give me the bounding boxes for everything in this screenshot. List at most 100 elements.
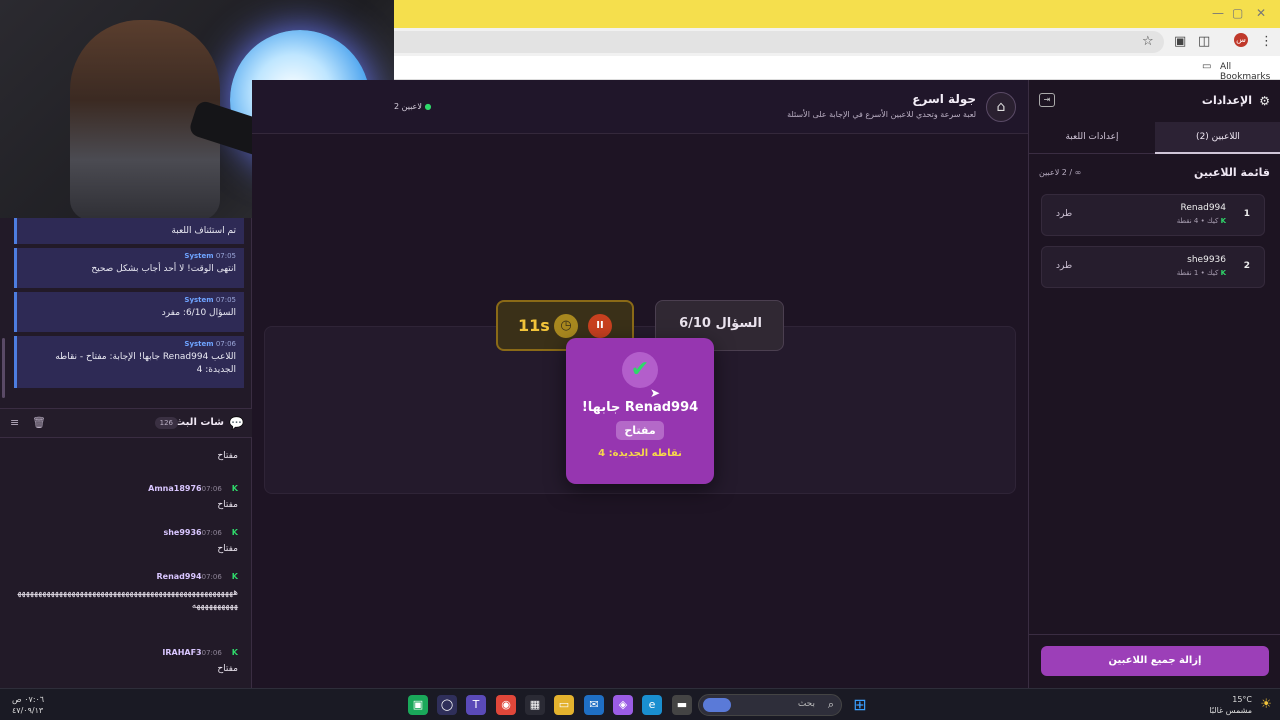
chat-count-badge: 126 [154, 417, 178, 429]
player-name: Renad994 [1180, 203, 1227, 213]
message-time: 07:06 [201, 649, 222, 657]
chat-message: K Amna1897607:06 مفتاح [14, 476, 238, 512]
message-time: 07:06 [201, 529, 222, 537]
player-meta: K كيك • 1 نقطة [1176, 269, 1226, 277]
teams-icon[interactable]: T [466, 695, 486, 715]
weather-temp: 15°C [1232, 695, 1252, 704]
chat-bubble-icon: 💬 [229, 416, 244, 430]
kick-icon: K [231, 484, 238, 493]
clock-icon: ◷ [554, 314, 578, 338]
system-sender: System [184, 296, 214, 304]
question-label: السؤال 6/10 [679, 316, 762, 331]
chat-header: 💬 شات البث 126 🗑 ≡ [0, 408, 252, 438]
remove-all-players-button[interactable]: إزالة جميع اللاعبين [1041, 646, 1269, 676]
app-icon-2[interactable]: ◯ [437, 695, 457, 715]
chat-username[interactable]: she9936 [163, 528, 201, 537]
profile-avatar[interactable]: س [1234, 33, 1248, 47]
all-bookmarks-link[interactable]: All Bookmarks [1220, 62, 1280, 82]
maximize-icon[interactable]: ▢ [1232, 6, 1243, 20]
tab-game-settings[interactable]: إعدادات اللعبة [1029, 122, 1155, 154]
trash-icon[interactable]: 🗑 [32, 416, 46, 429]
player-points: 1 نقطة [1176, 269, 1199, 277]
settings-panel: ⚙ الإعدادات ⇥ اللاعبين (2) إعدادات اللعب… [1028, 80, 1280, 688]
settings-title: الإعدادات [1201, 94, 1252, 107]
chrome-icon[interactable]: ◉ [496, 695, 516, 715]
edge-icon[interactable]: e [642, 695, 662, 715]
chat-message-text: مفتاح [217, 664, 238, 674]
tab-players[interactable]: اللاعبين (2) [1155, 122, 1280, 154]
system-message: تم استئناف اللعبة [14, 218, 244, 244]
player-points: 4 نقطة [1176, 217, 1199, 225]
collapse-panel-icon[interactable]: ⇥ [1039, 93, 1055, 107]
app-icon-3[interactable]: ▬ [672, 695, 692, 715]
checkmark-icon: ✔ [622, 352, 658, 388]
browser-title-bar: — ▢ ✕ [394, 0, 1280, 28]
clock-date: ٤٧/٠٩/١٣ [12, 706, 44, 715]
puzzle-icon[interactable]: ◫ [1198, 34, 1210, 49]
kick-icon: K [231, 528, 238, 537]
more-menu-icon[interactable]: ⋮ [1260, 34, 1273, 49]
left-chat-panel: تم استئناف اللعبة System 07:05 انتهى الو… [0, 218, 252, 688]
address-bar: ☆ ▣ ◫ س ⋮ [394, 28, 1280, 56]
copilot-icon[interactable]: ◈ [613, 695, 633, 715]
align-icon[interactable]: ≡ [10, 416, 19, 429]
kick-icon: K [1220, 269, 1226, 277]
system-message-text: اللاعب Renad994 جابها! الإجابة: مفتاح - … [55, 352, 236, 375]
chat-title: شات البث [175, 417, 224, 428]
minimize-icon[interactable]: — [1212, 6, 1224, 20]
game-title: جولة اسرع [912, 92, 976, 106]
player-card: 1 Renad994 K كيك • 4 نقطة طرد [1041, 194, 1265, 236]
outlook-icon[interactable]: ✉ [584, 695, 604, 715]
explorer-icon[interactable]: ▭ [554, 695, 574, 715]
popup-points: نقاطه الجديدة: 4 [598, 448, 682, 459]
player-rank: 2 [1243, 261, 1250, 271]
game-main-area: ⌂ جولة اسرع لعبة سرعة وتحدي للاعبين الأس… [252, 80, 1028, 688]
player-name: she9936 [1187, 255, 1226, 265]
gear-icon: ⚙ [1259, 94, 1270, 108]
settings-tabs: اللاعبين (2) إعدادات اللعبة [1029, 122, 1280, 154]
home-icon[interactable]: ⌂ [986, 92, 1016, 122]
search-icon: ⌕ [827, 698, 834, 711]
timer-value: 11s [518, 316, 550, 335]
kick-player-button[interactable]: طرد [1056, 209, 1072, 219]
star-icon[interactable]: ☆ [1142, 34, 1154, 49]
chat-username[interactable]: IRAHAF3 [162, 648, 201, 657]
chat-message-text: مفتاح [217, 500, 238, 510]
bookmarks-bar: ▭ All Bookmarks [394, 56, 1280, 82]
mouse-cursor-icon: ➤ [650, 386, 661, 400]
chat-message-text: هههههههههههههههههههههههههههههههههههههههه… [17, 588, 238, 611]
url-field[interactable] [394, 31, 1164, 53]
players-online: 2 لاعبين ● [394, 102, 431, 111]
message-time: 07:05 [215, 252, 236, 260]
weather-widget[interactable]: 15°C مشمس غالبًا [1209, 694, 1252, 716]
scrollbar[interactable] [2, 338, 5, 398]
chat-message-text: مفتاح [217, 544, 238, 554]
chat-message: K Renad99407:06 ههههههههههههههههههههههههه… [14, 564, 238, 613]
store-icon[interactable]: ▦ [525, 695, 545, 715]
chat-username[interactable]: Renad994 [157, 572, 202, 581]
system-message-text: انتهى الوقت! لا أحد أجاب بشكل صحيح [91, 264, 236, 274]
extension-icon[interactable]: ▣ [1174, 34, 1186, 49]
message-time: 07:05 [215, 296, 236, 304]
correct-answer-popup: ✔ Renad994 جابها! مفتاح نقاطه الجديدة: 4 [566, 338, 714, 484]
taskbar: ٠٧:٠٦ ص ٤٧/٠٩/١٣ ▣ ◯ T ◉ ▦ ▭ ✉ ◈ e ▬ بحث… [0, 688, 1280, 720]
app-icon-1[interactable]: ▣ [408, 695, 428, 715]
windows-start-icon[interactable]: ⊞ [850, 695, 870, 715]
player-card: 2 she9936 K كيك • 1 نقطة طرد [1041, 246, 1265, 288]
chat-message: K IRAHAF307:06 مفتاح [14, 640, 238, 676]
pause-button[interactable]: II [588, 314, 612, 338]
kick-icon: K [231, 572, 238, 581]
players-list-title: قائمة اللاعبين [1194, 166, 1270, 179]
taskbar-clock[interactable]: ٠٧:٠٦ ص ٤٧/٠٩/١٣ [12, 694, 44, 716]
clock-time: ٠٧:٠٦ ص [12, 695, 45, 704]
game-subtitle: لعبة سرعة وتحدي للاعبين الأسرع في الإجاب… [787, 110, 976, 119]
chat-username[interactable]: Amna18976 [148, 484, 201, 493]
player-rank: 1 [1243, 209, 1250, 219]
search-placeholder: بحث [797, 699, 815, 709]
close-icon[interactable]: ✕ [1256, 6, 1266, 20]
kick-player-button[interactable]: طرد [1056, 261, 1072, 271]
message-time: 07:06 [215, 340, 236, 348]
search-input[interactable]: بحث ⌕ [698, 694, 842, 716]
folder-icon: ▭ [1202, 61, 1212, 72]
kick-icon: K [231, 648, 238, 657]
